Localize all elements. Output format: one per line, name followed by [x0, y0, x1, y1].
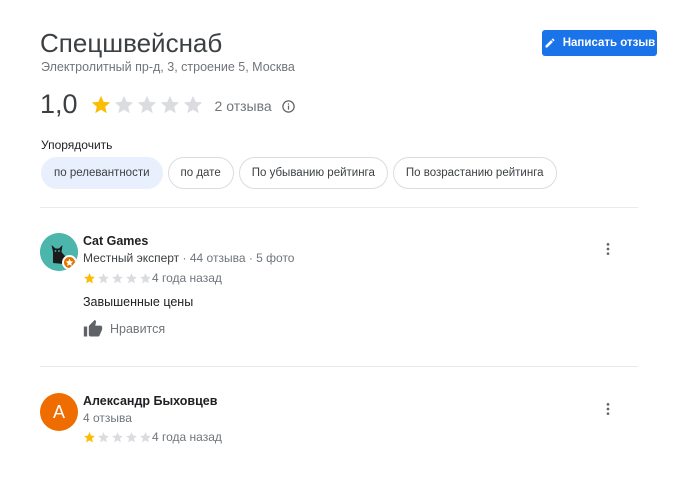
sort-chips: по релевантности по дате По убыванию рей…: [41, 157, 557, 189]
review-text: Завышенные цены: [83, 295, 194, 309]
avatar[interactable]: [40, 233, 78, 271]
star-empty-icon: [160, 95, 179, 113]
star-filled-icon: [84, 432, 95, 443]
review-item: Cat Games Местный эксперт · 44 отзыва · …: [40, 233, 638, 353]
review-stars: [83, 272, 152, 285]
rating-stars: [90, 94, 204, 116]
reviewer-stats: 4 отзыва: [83, 411, 132, 425]
info-icon[interactable]: [281, 99, 296, 114]
more-options-button[interactable]: [598, 399, 618, 419]
write-review-button[interactable]: Написать отзыв: [542, 30, 657, 56]
sort-chip-relevance[interactable]: по релевантности: [41, 157, 163, 189]
star-empty-icon: [137, 95, 156, 113]
star-empty-icon: [112, 432, 123, 443]
divider: [40, 207, 638, 208]
star-empty-icon: [98, 273, 109, 284]
review-stars: [83, 431, 152, 444]
like-button[interactable]: Нравится: [83, 319, 165, 339]
divider: [40, 366, 638, 367]
more-vert-icon: [606, 243, 610, 255]
review-time: 4 года назад: [152, 271, 222, 285]
sort-chip-rating-asc[interactable]: По возрастанию рейтинга: [392, 157, 557, 189]
thumb-up-icon: [83, 319, 103, 337]
pencil-icon: [545, 38, 555, 48]
star-empty-icon: [140, 432, 151, 443]
rating-value: 1,0: [40, 89, 78, 119]
rating-summary: 1,0 2 отзыва: [40, 89, 296, 120]
reviewer-badge: Местный эксперт: [83, 251, 180, 265]
sort-chip-rating-desc[interactable]: По убыванию рейтинга: [238, 157, 388, 189]
star-empty-icon: [114, 95, 133, 113]
place-address: Электролитный пр-д, 3, строение 5, Москв…: [41, 60, 295, 74]
local-guide-star-icon: [62, 255, 77, 270]
star-filled-icon: [91, 95, 110, 113]
review-count[interactable]: 2 отзыва: [215, 98, 272, 114]
reviewer-name[interactable]: Александр Быховцев: [83, 394, 217, 408]
sort-label: Упорядочить: [41, 138, 113, 152]
star-empty-icon: [140, 273, 151, 284]
review-time: 4 года назад: [152, 430, 222, 444]
place-title: Спецшвейснаб: [40, 28, 223, 58]
star-empty-icon: [183, 95, 202, 113]
reviewer-meta: Местный эксперт · 44 отзыва · 5 фото: [83, 251, 294, 265]
star-filled-icon: [84, 273, 95, 284]
write-review-label: Написать отзыв: [562, 37, 656, 49]
review-item: А Александр Быховцев 4 отзыва 4 года наз…: [40, 393, 638, 453]
star-empty-icon: [126, 273, 137, 284]
sort-chip-date[interactable]: по дате: [167, 157, 234, 189]
avatar[interactable]: А: [40, 393, 78, 431]
star-empty-icon: [98, 432, 109, 443]
star-empty-icon: [126, 432, 137, 443]
reviewer-stats: · 44 отзыва · 5 фото: [182, 251, 295, 265]
star-empty-icon: [112, 273, 123, 284]
more-options-button[interactable]: [598, 239, 618, 259]
more-vert-icon: [606, 403, 610, 415]
reviewer-name[interactable]: Cat Games: [83, 234, 148, 248]
like-label: Нравится: [110, 322, 166, 336]
